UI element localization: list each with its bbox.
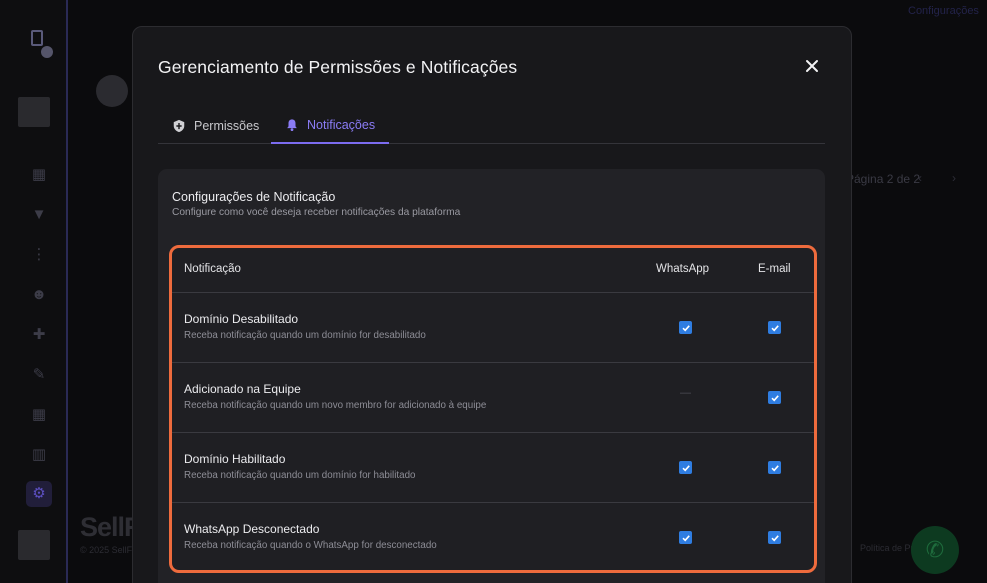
table-row: Domínio Desabilitado Receba notificação … — [172, 293, 814, 363]
chevron-left-icon[interactable]: ‹ — [918, 171, 922, 185]
row-title: Domínio Desabilitado — [184, 312, 299, 326]
email-checkbox[interactable] — [768, 391, 781, 404]
tools-icon[interactable]: ✎ — [31, 367, 47, 383]
dashboard-icon[interactable]: ▦ — [31, 167, 47, 183]
user-avatar[interactable] — [18, 530, 50, 560]
bell-icon — [287, 119, 297, 132]
permissions-modal: Gerenciamento de Permissões e Notificaçõ… — [132, 26, 852, 583]
table-header: Notificação WhatsApp E-mail — [172, 248, 814, 293]
notification-table: Notificação WhatsApp E-mail Domínio Desa… — [169, 245, 817, 573]
settings-subtitle: Configure como você deseja receber notif… — [172, 207, 461, 218]
check-icon — [681, 464, 690, 471]
email-checkbox[interactable] — [768, 321, 781, 334]
column-email: E-mail — [758, 263, 791, 275]
table-row: Adicionado na Equipe Receba notificação … — [172, 363, 814, 433]
row-title: WhatsApp Desconectado — [184, 522, 320, 536]
check-icon — [770, 534, 779, 541]
row-title: Domínio Habilitado — [184, 452, 286, 466]
tab-notifications-label: Notificações — [307, 118, 376, 132]
table-row: WhatsApp Desconectado Receba notificação… — [172, 503, 814, 570]
whatsapp-checkbox[interactable] — [679, 321, 692, 334]
whatsapp-fab-icon[interactable]: ✆ — [911, 526, 959, 574]
shield-icon — [173, 119, 185, 133]
notification-settings-card: Configurações de Notificação Configure c… — [158, 169, 825, 583]
column-notification: Notificação — [184, 263, 241, 275]
tab-permissions-label: Permissões — [194, 119, 260, 133]
profile-avatar — [96, 75, 128, 107]
row-description: Receba notificação quando um domínio for… — [184, 470, 416, 481]
whatsapp-unavailable: — — [680, 387, 691, 399]
check-icon — [770, 324, 779, 331]
tab-permissions[interactable]: Permissões — [158, 108, 273, 144]
whatsapp-checkbox[interactable] — [679, 531, 692, 544]
table-row: Domínio Habilitado Receba notificação qu… — [172, 433, 814, 503]
check-icon — [770, 394, 779, 401]
top-link[interactable]: Configurações — [908, 5, 979, 17]
column-whatsapp: WhatsApp — [656, 263, 710, 275]
check-icon — [681, 324, 690, 331]
whatsapp-checkbox[interactable] — [679, 461, 692, 474]
row-title: Adicionado na Equipe — [184, 382, 301, 396]
tab-bar: Permissões Notificações — [158, 108, 825, 144]
tab-notifications[interactable]: Notificações — [271, 108, 390, 144]
chart-icon[interactable]: ▥ — [31, 447, 47, 463]
close-button[interactable] — [801, 55, 823, 77]
email-checkbox[interactable] — [768, 461, 781, 474]
email-checkbox[interactable] — [768, 531, 781, 544]
row-description: Receba notificação quando um domínio for… — [184, 330, 426, 341]
workspace-avatar[interactable] — [18, 97, 50, 127]
apps-icon[interactable]: ▦ — [31, 407, 47, 423]
funnel-icon[interactable]: ▼ — [31, 207, 47, 223]
close-icon — [806, 60, 818, 72]
settings-title: Configurações de Notificação — [172, 190, 336, 204]
row-description: Receba notificação quando o WhatsApp for… — [184, 540, 437, 551]
chevron-right-icon[interactable]: › — [952, 171, 956, 185]
check-icon — [681, 534, 690, 541]
sidebar: ▦ ▼ ⋮ ☻ ✚ ✎ ▦ ▥ ⚙ — [0, 0, 68, 583]
row-description: Receba notificação quando um novo membro… — [184, 400, 487, 411]
puzzle-icon[interactable]: ✚ — [31, 327, 47, 343]
app-logo — [27, 30, 53, 58]
settings-gear-icon[interactable]: ⚙ — [26, 481, 52, 507]
pagination-info: Página 2 de 2 — [846, 172, 921, 186]
users-icon[interactable]: ☻ — [31, 287, 47, 303]
modal-title: Gerenciamento de Permissões e Notificaçõ… — [158, 57, 518, 77]
flow-icon[interactable]: ⋮ — [31, 247, 47, 263]
check-icon — [770, 464, 779, 471]
